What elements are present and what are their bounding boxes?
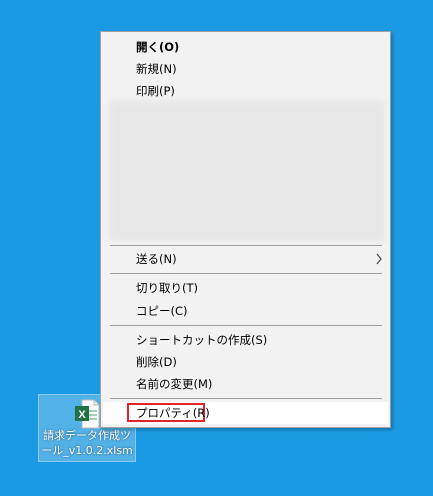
menu-separator (110, 325, 382, 326)
menu-item-create-shortcut[interactable]: ショートカットの作成(S) (103, 329, 388, 351)
excel-file-icon: X (75, 399, 100, 429)
menu-item-open-label: 開く(O) (136, 40, 180, 54)
menu-item-open[interactable]: 開く(O) (103, 36, 388, 58)
svg-text:X: X (78, 409, 86, 421)
menu-item-cut-label: 切り取り(T) (136, 281, 198, 295)
chevron-right-icon (376, 253, 382, 265)
context-menu: 開く(O) 新規(N) 印刷(P) 送る(N) 切り取り(T) コピー(C) シ… (100, 31, 391, 428)
menu-item-rename-label: 名前の変更(M) (136, 377, 213, 391)
menu-item-new-label: 新規(N) (136, 62, 177, 76)
file-name-label: 請求データ作成ツール_v1.0.2.xlsm (41, 429, 133, 457)
menu-item-delete[interactable]: 削除(D) (103, 351, 388, 373)
menu-item-new[interactable]: 新規(N) (103, 58, 388, 80)
menu-item-copy-label: コピー(C) (136, 304, 188, 318)
menu-item-copy[interactable]: コピー(C) (103, 300, 388, 322)
menu-item-create-shortcut-label: ショートカットの作成(S) (136, 333, 268, 347)
menu-item-delete-label: 削除(D) (136, 355, 177, 369)
menu-item-send-to-label: 送る(N) (136, 252, 177, 266)
blurred-menu-region (109, 101, 385, 241)
menu-separator (110, 245, 382, 246)
menu-item-send-to[interactable]: 送る(N) (103, 248, 388, 270)
menu-item-cut[interactable]: 切り取り(T) (103, 277, 388, 299)
menu-item-properties-label: プロパティ(R) (136, 406, 210, 420)
menu-item-properties[interactable]: プロパティ(R) (103, 402, 388, 424)
menu-item-print[interactable]: 印刷(P) (103, 80, 388, 102)
menu-item-print-label: 印刷(P) (136, 84, 175, 98)
menu-separator (110, 398, 382, 399)
menu-separator (110, 273, 382, 274)
menu-item-rename[interactable]: 名前の変更(M) (103, 373, 388, 395)
